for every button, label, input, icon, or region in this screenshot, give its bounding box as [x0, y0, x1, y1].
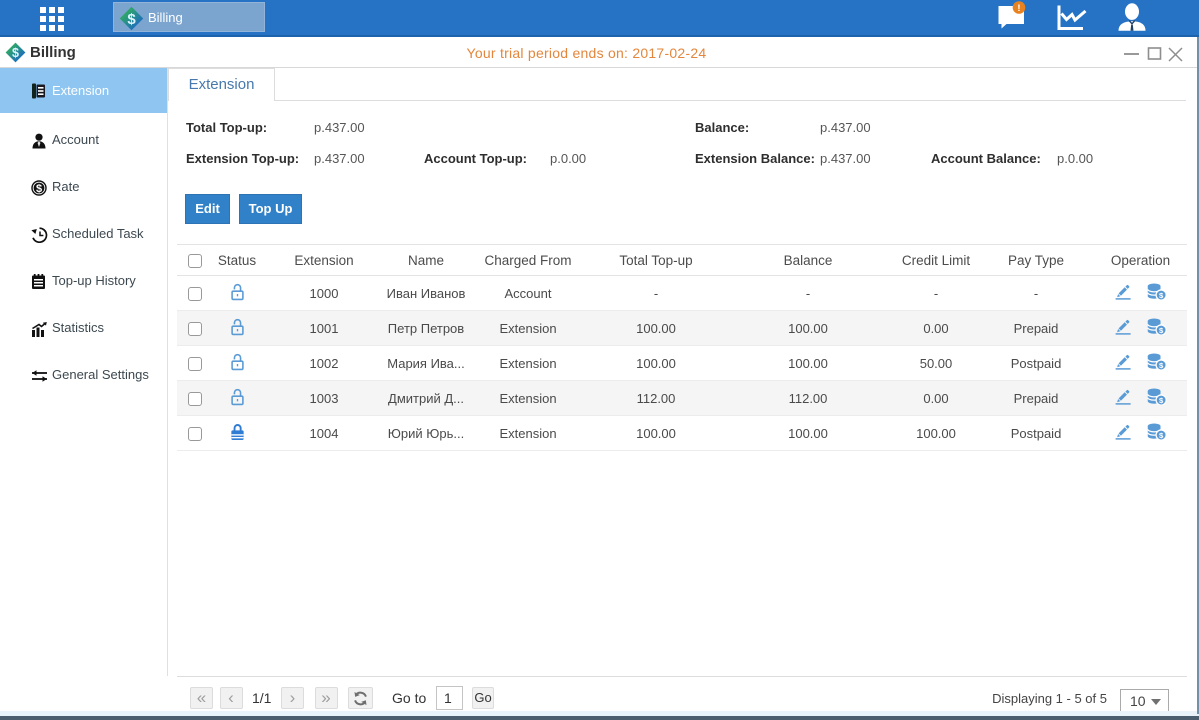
svg-text:!: !	[1017, 3, 1020, 14]
svg-text:$: $	[36, 183, 42, 195]
svg-text:$: $	[127, 11, 136, 28]
